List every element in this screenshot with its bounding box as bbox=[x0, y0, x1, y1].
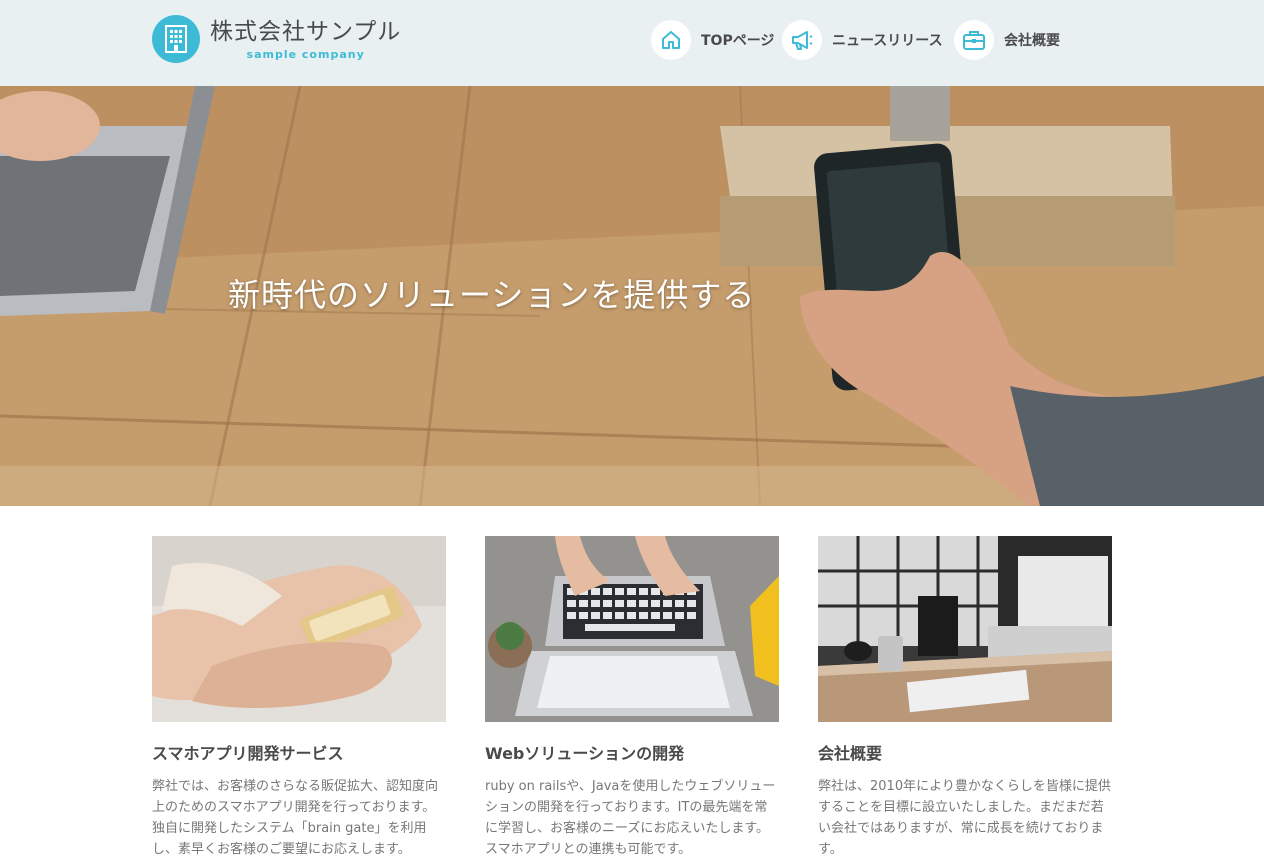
service-card-app: スマホアプリ開発サービス 弊社では、お客様のさらなる販促拡大、認知度向上のための… bbox=[152, 536, 446, 860]
logo-title: 株式会社サンプル bbox=[210, 19, 402, 45]
site-header: 株式会社サンプル sample company TOPページ ニュースリリース bbox=[0, 0, 1264, 86]
card-image-laptop bbox=[485, 536, 779, 722]
card-body: ruby on railsや、Javaを使用したウェブソリューションの開発を行っ… bbox=[485, 779, 776, 857]
card-image-office bbox=[818, 536, 1112, 722]
nav-top[interactable]: TOPページ bbox=[651, 20, 774, 60]
card-body: 弊社では、お客様のさらなる販促拡大、認知度向上のためのスマホアプリ開発を行ってお… bbox=[152, 779, 439, 857]
service-card-web: Webソリューションの開発 ruby on railsや、Javaを使用したウェ… bbox=[485, 536, 779, 860]
briefcase-icon bbox=[954, 20, 994, 60]
hero-title: 新時代のソリューションを提供する bbox=[228, 276, 756, 314]
nav-label-company: 会社概要 bbox=[1004, 33, 1060, 49]
logo-subtitle: sample company bbox=[246, 48, 365, 61]
home-icon bbox=[651, 20, 691, 60]
card-body: 弊社は、2010年により豊かなくらしを皆様に提供することを目標に設立いたしました… bbox=[818, 779, 1111, 857]
building-icon bbox=[152, 15, 200, 63]
nav-company[interactable]: 会社概要 bbox=[954, 20, 1060, 60]
nav-label-top: TOPページ bbox=[701, 33, 775, 49]
megaphone-icon bbox=[782, 20, 822, 60]
card-title: 会社概要 bbox=[818, 744, 883, 763]
nav-news[interactable]: ニュースリリース bbox=[782, 20, 943, 60]
card-title: Webソリューションの開発 bbox=[485, 744, 685, 763]
card-title: スマホアプリ開発サービス bbox=[152, 744, 344, 763]
logo-link[interactable]: 株式会社サンプル sample company bbox=[152, 15, 401, 63]
service-card-company: 会社概要 弊社は、2010年により豊かなくらしを皆様に提供することを目標に設立い… bbox=[818, 536, 1112, 860]
hero-banner: 新時代のソリューションを提供する bbox=[0, 86, 1264, 506]
card-image-smartphone bbox=[152, 536, 446, 722]
nav-label-news: ニュースリリース bbox=[832, 33, 943, 49]
